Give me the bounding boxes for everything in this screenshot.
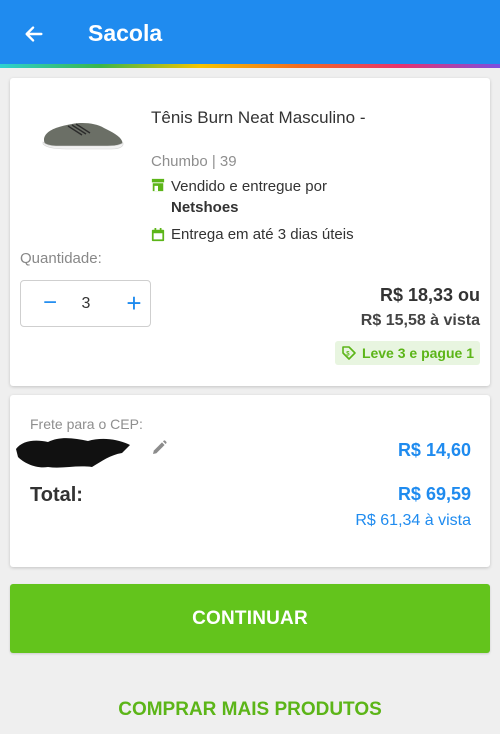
product-card: Tênis Burn Neat Masculino - Chumbo | 39 … bbox=[10, 78, 490, 386]
decrease-quantity-button[interactable]: − bbox=[39, 291, 61, 316]
page-title: Sacola bbox=[88, 20, 163, 46]
shipping-card: Frete para o CEP: R$ 14,60 Total: R$ 69,… bbox=[10, 395, 490, 567]
increase-quantity-button[interactable]: + bbox=[123, 290, 145, 316]
cash-price: R$ 15,58 à vista bbox=[360, 312, 480, 329]
store-icon bbox=[151, 178, 165, 192]
arrow-left-icon bbox=[25, 26, 43, 42]
app-bar: Sacola bbox=[0, 0, 500, 68]
product-name[interactable]: Tênis Burn Neat Masculino - bbox=[151, 108, 365, 128]
back-button[interactable] bbox=[18, 18, 50, 50]
buy-more-button[interactable]: COMPRAR MAIS PRODUTOS bbox=[10, 690, 490, 730]
promo-badge: $ Leve 3 e pague 1 bbox=[334, 341, 480, 365]
product-image[interactable] bbox=[38, 118, 128, 154]
continue-label: CONTINUAR bbox=[192, 607, 308, 629]
total-label: Total: bbox=[30, 484, 83, 506]
promo-text: Leve 3 e pague 1 bbox=[361, 345, 474, 361]
quantity-stepper: − 3 + bbox=[20, 280, 151, 327]
continue-button[interactable]: CONTINUAR bbox=[10, 584, 490, 653]
installment-price: R$ 18,33 ou bbox=[379, 285, 480, 305]
quantity-value: 3 bbox=[81, 295, 91, 312]
shipping-price: R$ 14,60 bbox=[397, 440, 471, 460]
delivery-info: Entrega em até 3 dias úteis bbox=[151, 226, 354, 243]
buy-more-label: COMPRAR MAIS PRODUTOS bbox=[118, 699, 382, 720]
calendar-icon bbox=[151, 227, 165, 241]
seller-info: Vendido e entregue por Netshoes bbox=[151, 176, 327, 218]
total-cash-price: R$ 61,34 à vista bbox=[355, 512, 471, 529]
redacted-cep bbox=[16, 438, 130, 468]
seller-label: Vendido e entregue por bbox=[171, 178, 327, 195]
product-variant: Chumbo | 39 bbox=[151, 153, 237, 170]
pencil-icon[interactable] bbox=[151, 440, 167, 456]
total-price: R$ 69,59 bbox=[397, 484, 471, 504]
discount-tag-icon: $ bbox=[342, 346, 356, 360]
quantity-label: Quantidade: bbox=[20, 250, 102, 267]
svg-text:$: $ bbox=[346, 351, 350, 357]
rainbow-divider bbox=[0, 64, 500, 68]
delivery-text: Entrega em até 3 dias úteis bbox=[171, 226, 354, 243]
seller-name: Netshoes bbox=[171, 199, 239, 216]
